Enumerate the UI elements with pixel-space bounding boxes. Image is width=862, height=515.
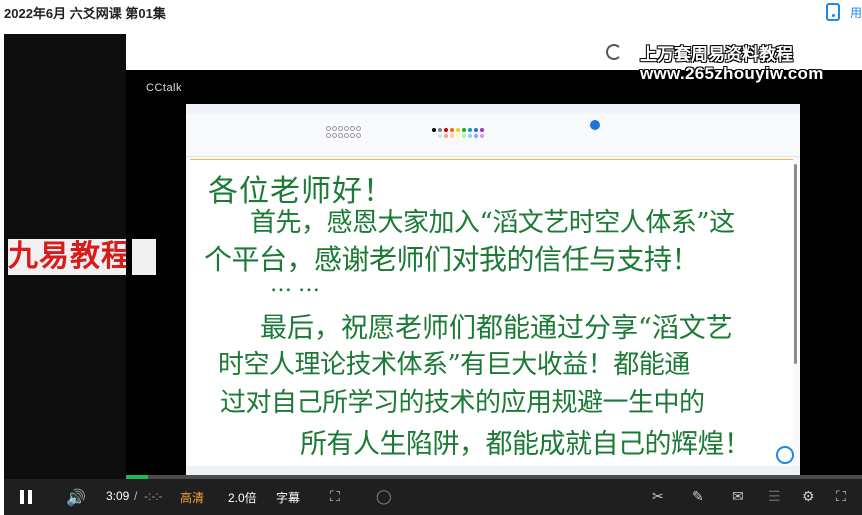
paint-ribbon bbox=[186, 114, 800, 157]
playlist-icon[interactable]: ☰ bbox=[768, 488, 781, 505]
handwritten-line: 首先，感恩大家加入“滔文艺时空人体系”这 bbox=[250, 208, 735, 238]
speed-cycle-icon[interactable]: ◯ bbox=[376, 488, 392, 505]
time-current: 3:09 bbox=[106, 489, 130, 503]
subtitle-button[interactable]: 字幕 bbox=[276, 489, 300, 506]
time-separator: / bbox=[134, 489, 138, 503]
cctalk-logo: CCtalk bbox=[146, 82, 183, 94]
cctalk-divider bbox=[126, 70, 132, 480]
loading-icon bbox=[606, 44, 622, 60]
paint-window: 各位老师好！ 首先，感恩大家加入“滔文艺时空人体系”这 个平台，感谢老师们对我的… bbox=[186, 104, 800, 480]
paint-account-icon bbox=[590, 120, 600, 130]
paint-titlebar bbox=[186, 104, 800, 114]
volume-icon[interactable]: 🔊 bbox=[66, 488, 86, 508]
comment-icon[interactable]: ✉ bbox=[732, 488, 744, 505]
mobile-icon[interactable] bbox=[826, 3, 840, 21]
video-player[interactable]: 九易教程 □ × 上万套周易资料教程 www.265zhouyiw.com CC… bbox=[4, 34, 862, 480]
video-left-overlay: 九易教程 bbox=[8, 239, 156, 275]
handwritten-line: 最后，祝愿老师们都能通过分享“滔文艺 bbox=[260, 313, 733, 344]
page-title: 2022年6月 六爻网课 第01集 bbox=[4, 6, 166, 21]
paint-scrollbar bbox=[794, 164, 797, 364]
paint-help-icon bbox=[776, 446, 794, 464]
handwritten-line: 时空人理论技术体系”有巨大收益！都能通 bbox=[218, 350, 690, 380]
player-controls: 🔊 3:09 / -:-:- 高清 2.0倍 字幕 ⛶ ◯ ✂ ✎ ✉ ☰ ⚙ … bbox=[4, 479, 862, 515]
fullscreen-icon[interactable]: ⛶ bbox=[836, 488, 846, 505]
quality-button[interactable]: 高清 bbox=[180, 489, 204, 506]
note-icon[interactable]: ✎ bbox=[692, 488, 704, 505]
fullscreen-window-icon[interactable]: ⛶ bbox=[330, 488, 340, 505]
settings-icon[interactable]: ⚙ bbox=[802, 488, 815, 505]
handwritten-line: …… bbox=[270, 272, 326, 297]
handwritten-line: 所有人生陷阱，都能成就自己的辉煌！ bbox=[300, 429, 751, 460]
watermark-title: 上万套周易资料教程 bbox=[640, 45, 793, 64]
page-header: 2022年6月 六爻网课 第01集 用 bbox=[0, 0, 862, 34]
speed-button[interactable]: 2.0倍 bbox=[228, 489, 257, 506]
watermark-url: www.265zhouyiw.com bbox=[640, 64, 824, 83]
handwritten-line: 过对自己所学习的技术的应用规避一生中的 bbox=[220, 388, 705, 418]
pause-icon[interactable] bbox=[20, 490, 34, 504]
scissors-icon[interactable]: ✂ bbox=[652, 488, 664, 505]
paint-canvas: 各位老师好！ 首先，感恩大家加入“滔文艺时空人体系”这 个平台，感谢老师们对我的… bbox=[190, 159, 793, 465]
time-total: -:-:- bbox=[144, 489, 163, 503]
header-side-text[interactable]: 用 bbox=[850, 4, 862, 21]
